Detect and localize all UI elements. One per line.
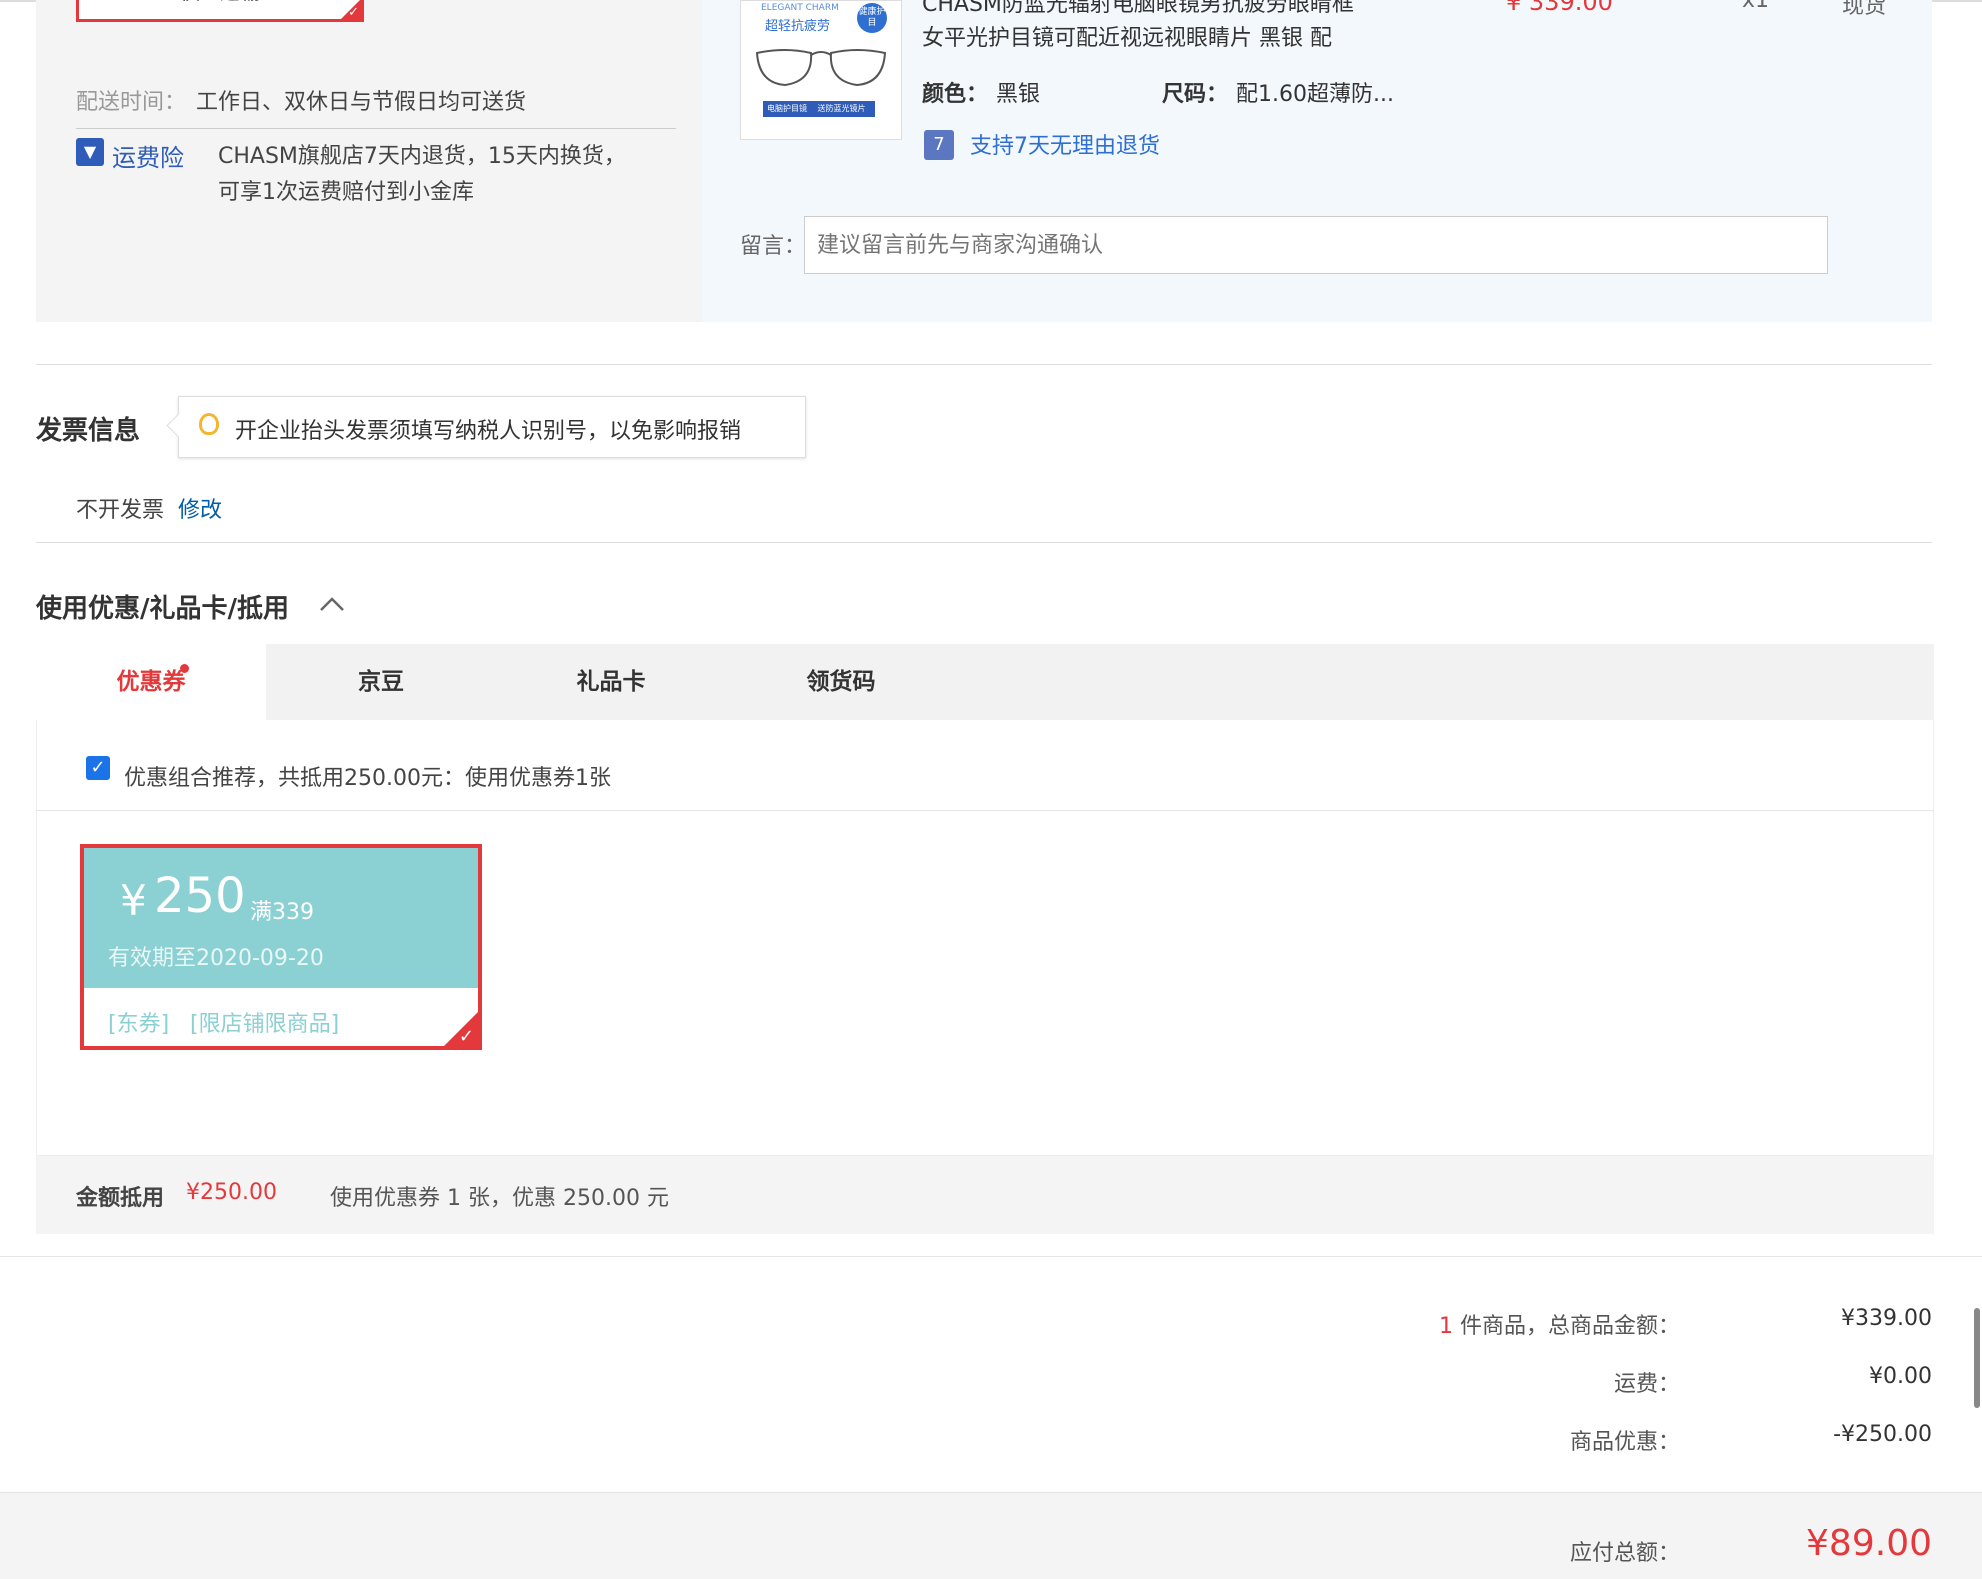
thumb-badge: 健康护目 [857, 3, 887, 33]
insurance-text-line1: CHASM旗舰店7天内退货，15天内换货， [218, 144, 626, 169]
recommend-text: 优惠组合推荐，共抵用250.00元：使用优惠券1张 [124, 766, 611, 791]
coupon-expiry: 有效期至2020-09-20 [108, 946, 324, 971]
freight-insurance-label: 运费险 [112, 144, 184, 172]
tab-coupons-label: 优惠券 [116, 669, 186, 695]
notification-dot [180, 664, 189, 673]
glasses-icon [755, 49, 887, 87]
tab-jingdou[interactable]: 京豆 [266, 644, 496, 720]
invoice-tip: 开企业抬头发票须填写纳税人识别号，以免影响报销 [166, 396, 806, 458]
tab-coupons[interactable]: 优惠券 [36, 644, 266, 720]
thumb-title: 超轻抗疲劳 [765, 19, 831, 34]
shipping-divider [76, 128, 676, 129]
discount-summary-bar: 金额抵用 ¥250.00 使用优惠券 1 张，优惠 250.00 元 [36, 1156, 1934, 1234]
coupon-card[interactable]: ¥ 250 满339 有效期至2020-09-20 [东券] [限店铺限商品] … [80, 844, 482, 1050]
coupon-currency: ¥ [120, 876, 147, 925]
return-policy-text: 支持7天无理由退货 [970, 134, 1160, 159]
coupon-condition: 满339 [250, 900, 314, 925]
delivery-time-value: 工作日、双休日与节假日均可送货 [196, 90, 527, 115]
note-label: 留言： [740, 234, 807, 259]
payable-label: 应付总额： [1569, 1541, 1680, 1566]
shipping-method-label: 快递运输 [79, 0, 361, 11]
totals-divider [0, 1256, 1982, 1257]
product-discount-label: 商品优惠： [1569, 1430, 1680, 1455]
product-qty: x1 [1742, 0, 1770, 13]
product-title-line1[interactable]: CHASM防蓝光辐射电脑眼镜男抗疲劳眼睛框 [922, 0, 1354, 18]
discount-tabs: 优惠券 京豆 礼品卡 领货码 [36, 644, 1934, 720]
check-icon: ✓ [348, 5, 359, 20]
thumb-footer-right: 送防蓝光镜片 [817, 104, 866, 113]
item-count: 1 [1438, 1314, 1453, 1339]
invoice-edit-link[interactable]: 修改 [178, 492, 222, 524]
product-stock: 现货 [1842, 0, 1887, 19]
coupon-tag-restriction: [限店铺限商品] [190, 1012, 340, 1037]
seven-day-return-icon: 7 [924, 130, 954, 160]
delivery-time-label: 配送时间： [76, 90, 187, 115]
coupon-tag-jd: [东券] [108, 1012, 170, 1037]
note-input[interactable] [804, 216, 1828, 274]
summary-amount: ¥250.00 [186, 1180, 277, 1205]
product-thumbnail[interactable]: ELEGANT CHARM 超轻抗疲劳 健康护目 电脑护目镜 送防蓝光镜片 [740, 0, 902, 140]
thumb-footer-strip: 电脑护目镜 送防蓝光镜片 [763, 101, 875, 117]
tab-gift-card[interactable]: 礼品卡 [496, 644, 726, 720]
discount-title: 使用优惠/礼品卡/抵用 [36, 594, 289, 624]
payable-bar: 应付总额： ¥89.00 [0, 1492, 1982, 1579]
shipping-fee-label: 运费： [1613, 1372, 1680, 1397]
items-total-label: 1 件商品，总商品金额： [1200, 1308, 1680, 1340]
chevron-up-icon[interactable] [318, 594, 346, 614]
thumb-brand-text: ELEGANT CHARM [761, 3, 839, 13]
product-title-line2[interactable]: 女平光护目镜可配近视远视眼睛片 黑银 配 [922, 20, 1332, 52]
check-icon: ✓ [458, 1026, 474, 1047]
scrollbar-thumb[interactable] [1974, 1308, 1980, 1408]
thumb-footer-left: 电脑护目镜 [767, 104, 807, 113]
invoice-tip-text: 开企业抬头发票须填写纳税人识别号，以免影响报销 [235, 419, 742, 444]
section-divider [36, 364, 1932, 365]
recommend-checkbox[interactable]: ✓ [86, 756, 110, 780]
tip-arrow [166, 413, 191, 438]
color-label: 颜色： [922, 82, 989, 107]
size-value: 配1.60超薄防... [1236, 82, 1394, 107]
product-discount-value: -¥250.00 [1833, 1422, 1932, 1447]
coupon-header: ¥ 250 满339 有效期至2020-09-20 [84, 848, 478, 988]
shield-icon: ▼ [76, 138, 104, 166]
size-label: 尺码： [1162, 82, 1229, 107]
items-total-value: ¥339.00 [1841, 1306, 1932, 1331]
coupon-amount: 250 [154, 868, 246, 924]
shipping-fee-value: ¥0.00 [1869, 1364, 1932, 1389]
lightbulb-icon [199, 413, 219, 435]
product-price: ¥ 339.00 [1506, 0, 1613, 16]
tab-pickup-code[interactable]: 领货码 [726, 644, 956, 720]
coupon-divider [36, 810, 1934, 811]
summary-text: 使用优惠券 1 张，优惠 250.00 元 [330, 1186, 669, 1211]
invoice-status: 不开发票 [76, 498, 165, 523]
color-value: 黑银 [996, 82, 1041, 107]
payable-value: ¥89.00 [1806, 1523, 1932, 1564]
invoice-title: 发票信息 [36, 416, 141, 446]
insurance-text-line2: 可享1次运费赔付到小金库 [218, 180, 474, 205]
section-divider [36, 542, 1932, 543]
shipping-method-button[interactable]: 快递运输 ✓ [76, 0, 364, 22]
items-label: 件商品，总商品金额： [1459, 1314, 1680, 1339]
summary-label: 金额抵用 [76, 1186, 165, 1211]
